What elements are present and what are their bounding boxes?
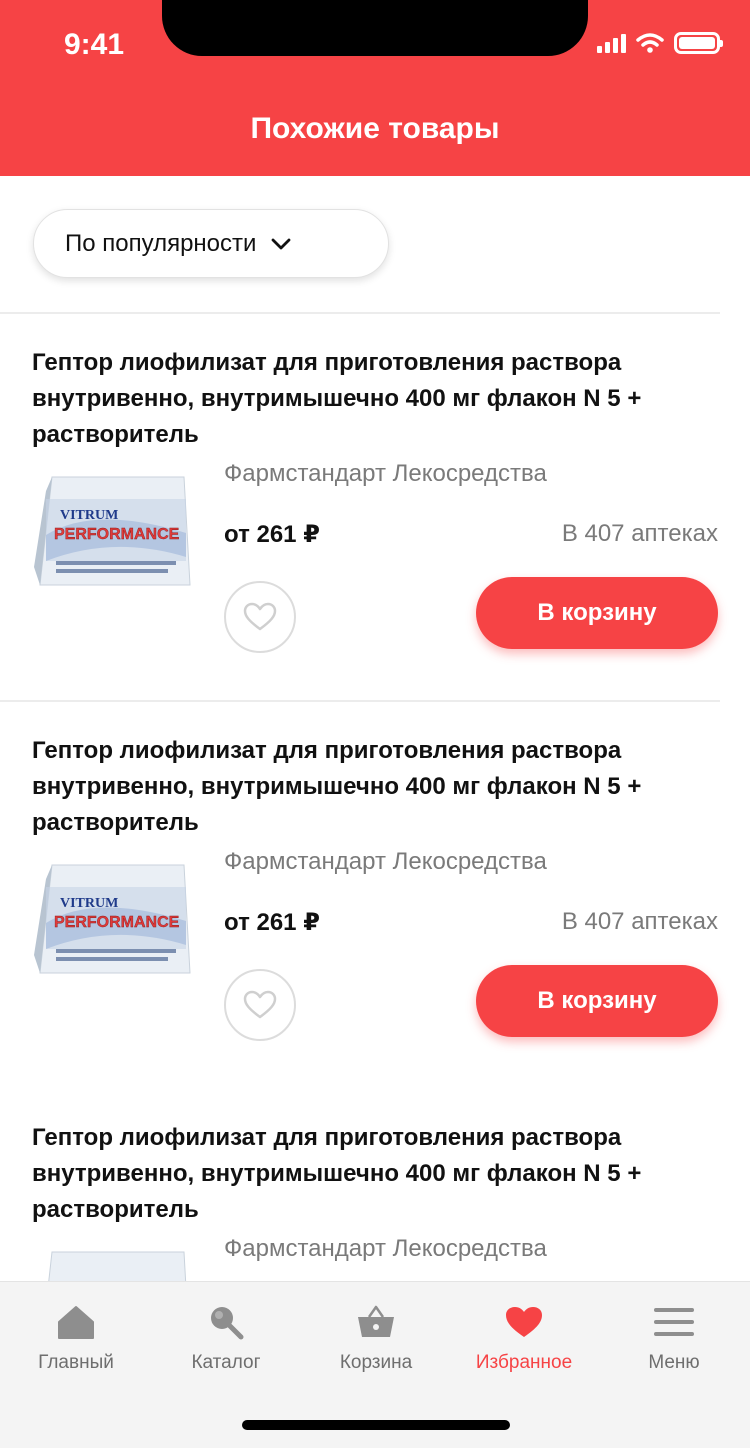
product-title[interactable]: Гептор лиофилизат для приготовления раст… xyxy=(32,345,722,453)
battery-icon xyxy=(674,32,723,54)
product-title[interactable]: Гептор лиофилизат для приготовления раст… xyxy=(32,1120,722,1228)
product-image-brand: VITRUM xyxy=(60,896,118,911)
heart-outline-icon xyxy=(243,990,277,1019)
page-title: Похожие товары xyxy=(250,112,500,145)
product-image-brand: VITRUM xyxy=(60,508,118,523)
tab-label: Меню xyxy=(648,1352,700,1373)
home-indicator xyxy=(242,1420,510,1430)
cellular-signal-icon xyxy=(597,33,626,53)
product-image-name: PERFORMANCE xyxy=(54,526,180,543)
tab-label: Каталог xyxy=(191,1352,261,1373)
tab-home[interactable]: Главный xyxy=(1,1282,151,1392)
sort-label: По популярности xyxy=(65,229,257,257)
product-availability: В 407 аптеках xyxy=(561,520,718,547)
product-image[interactable]: VITRUM PERFORMANCE xyxy=(34,475,192,597)
basket-icon xyxy=(358,1305,394,1337)
tab-label: Избранное xyxy=(475,1352,573,1373)
product-availability: В 407 аптеках xyxy=(561,908,718,935)
search-icon xyxy=(211,1307,244,1340)
tab-label: Корзина xyxy=(339,1352,413,1373)
product-price: от 261 ₽ xyxy=(224,909,320,936)
home-icon xyxy=(58,1306,94,1339)
tab-menu[interactable]: Меню xyxy=(599,1282,749,1392)
app-header: 9:41 Похожие товары xyxy=(0,0,750,176)
add-to-cart-button[interactable]: В корзину xyxy=(476,965,718,1037)
tab-catalog[interactable]: Каталог xyxy=(151,1282,301,1392)
product-price: от 261 ₽ xyxy=(224,521,320,548)
favorite-button[interactable] xyxy=(224,581,296,653)
product-image-name: PERFORMANCE xyxy=(54,914,180,931)
wifi-icon xyxy=(636,33,664,53)
product-manufacturer: Фармстандарт Лекосредства xyxy=(224,460,547,487)
product-manufacturer: Фармстандарт Лекосредства xyxy=(224,848,547,875)
heart-outline-icon xyxy=(243,602,277,631)
product-manufacturer: Фармстандарт Лекосредства xyxy=(224,1235,547,1262)
favorite-button[interactable] xyxy=(224,969,296,1041)
tab-cart[interactable]: Корзина xyxy=(301,1282,451,1392)
device-notch xyxy=(162,0,588,56)
product-title[interactable]: Гептор лиофилизат для приготовления раст… xyxy=(32,733,722,841)
chevron-down-icon xyxy=(272,238,291,249)
status-time: 9:41 xyxy=(64,28,125,61)
status-icons xyxy=(597,32,723,54)
tab-favorites[interactable]: Избранное xyxy=(449,1282,599,1392)
divider xyxy=(0,312,720,314)
divider xyxy=(0,700,720,702)
tab-label: Главный xyxy=(38,1352,114,1373)
add-to-cart-button[interactable]: В корзину xyxy=(476,577,718,649)
sort-dropdown[interactable]: По популярности xyxy=(33,209,389,278)
heart-icon xyxy=(506,1307,542,1337)
product-image[interactable]: VITRUM PERFORMANCE xyxy=(34,863,192,985)
menu-icon xyxy=(654,1308,694,1336)
